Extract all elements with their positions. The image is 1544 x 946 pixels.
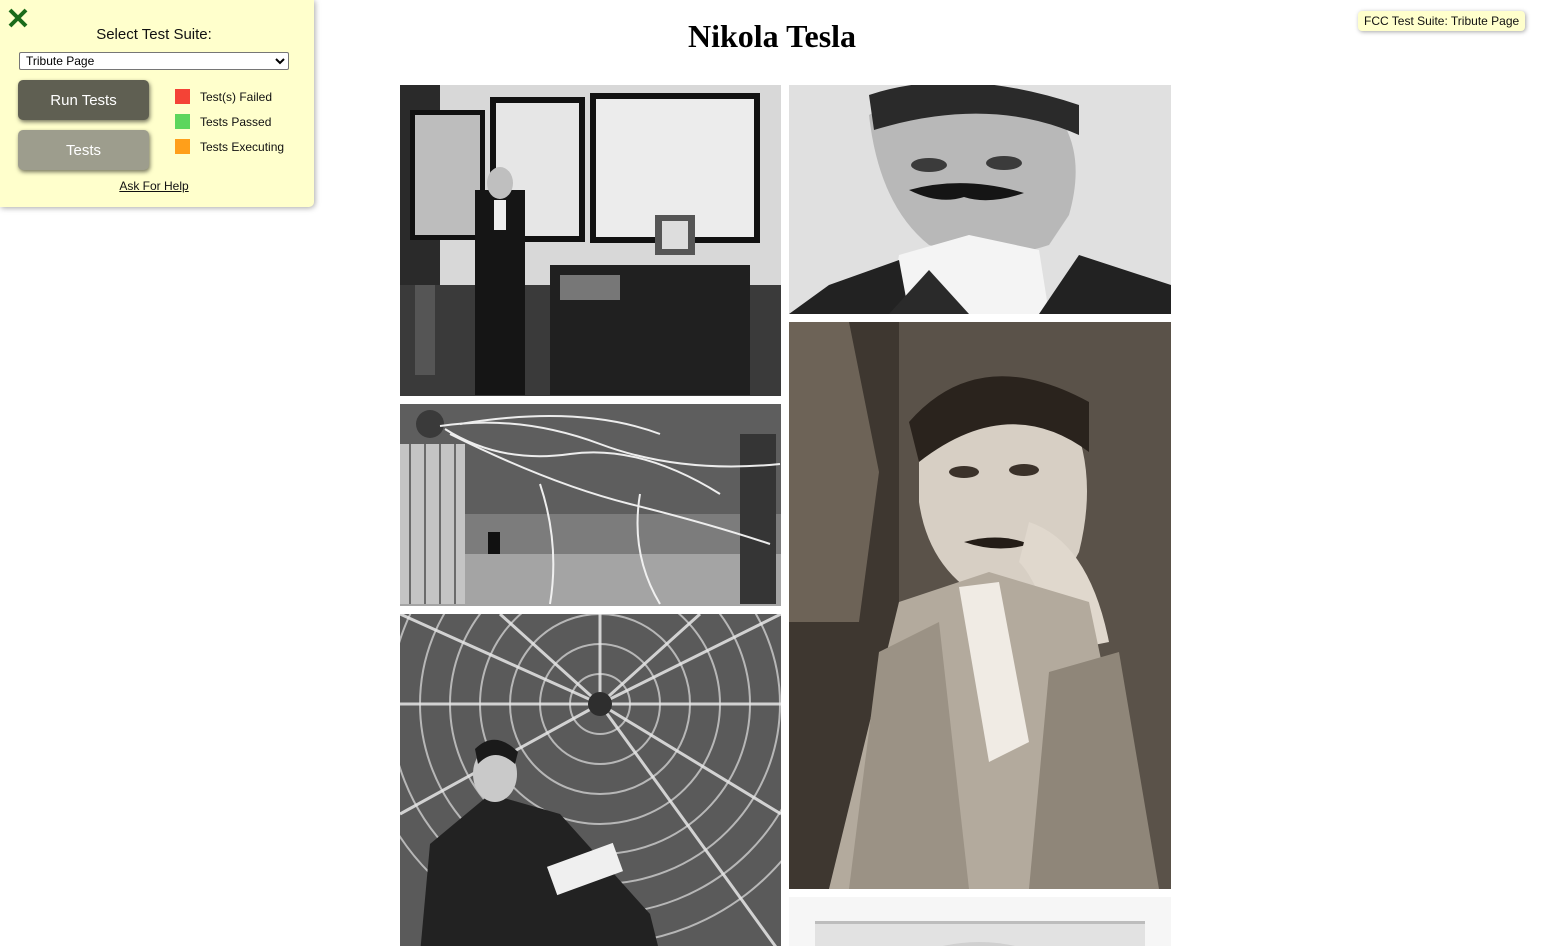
tesla-reading-coil-photo [400,614,781,946]
legend-failed-label: Test(s) Failed [200,89,273,104]
tesla-sketch-portrait-photo [789,85,1171,314]
ask-for-help-link[interactable]: Ask For Help [0,179,308,193]
tesla-portrait-hand-photo [789,322,1171,889]
legend-executing: Tests Executing [175,139,284,154]
fcc-test-panel: Select Test Suite: Tribute Page Run Test… [0,0,314,207]
run-tests-button[interactable]: Run Tests [18,80,149,120]
suite-select-label: Select Test Suite: [96,26,212,43]
tesla-laboratory-photo [400,85,781,396]
legend-failed: Test(s) Failed [175,89,272,104]
photo-image-icon [789,85,1171,314]
photo-image-icon [789,322,1171,889]
test-suite-select[interactable]: Tribute Page [19,52,289,70]
tesla-lightning-coil-photo [400,404,781,606]
passed-color-swatch [175,114,190,129]
tests-button[interactable]: Tests [18,130,149,170]
failed-color-swatch [175,89,190,104]
tesla-additional-photo [789,897,1171,946]
photo-image-icon [400,404,781,606]
legend-executing-label: Tests Executing [200,139,285,154]
legend-passed: Tests Passed [175,114,271,129]
executing-color-swatch [175,139,190,154]
photo-image-icon [789,897,1171,946]
legend-passed-label: Tests Passed [200,114,272,129]
photo-image-icon [400,85,781,396]
photo-image-icon [400,614,781,946]
